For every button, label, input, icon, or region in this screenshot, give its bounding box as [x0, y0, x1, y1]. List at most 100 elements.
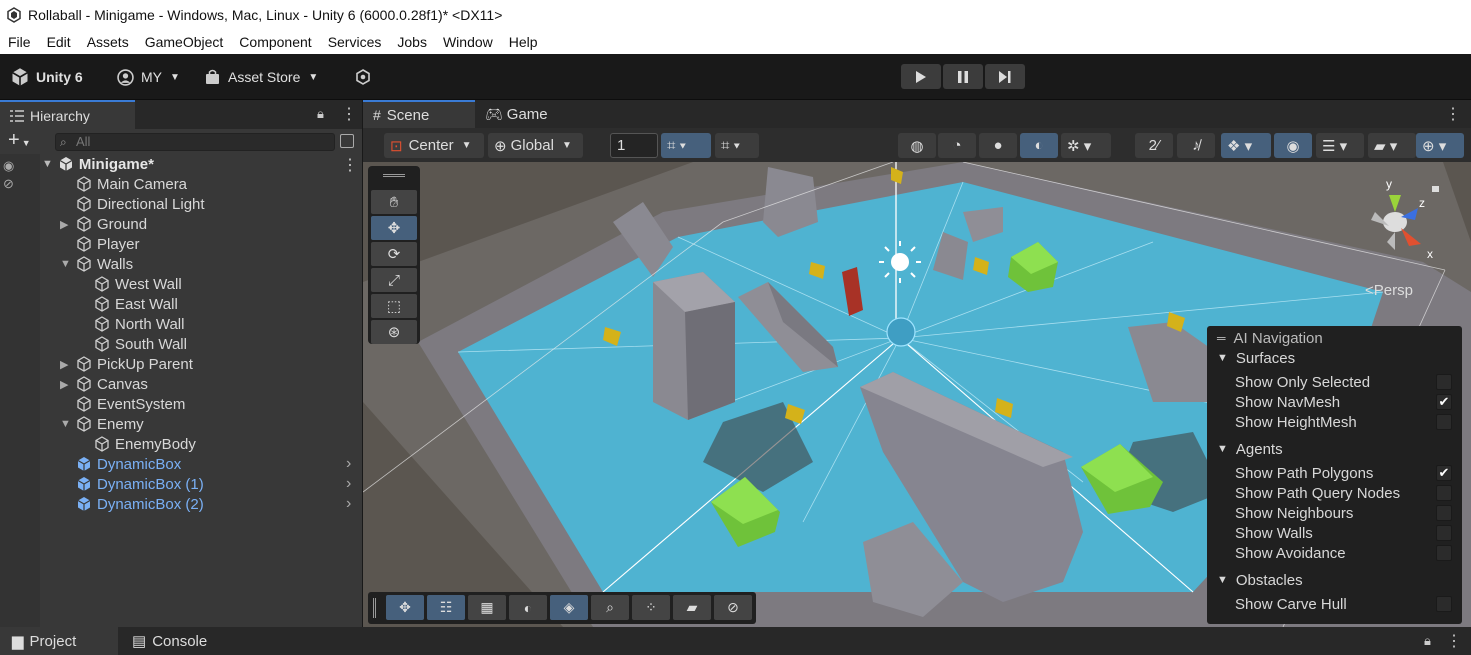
show-path-polygons-row[interactable]: Show Path Polygons [1235, 463, 1373, 483]
menu-gameobject[interactable]: GameObject [137, 34, 232, 50]
asset-store-dropdown[interactable]: Asset Store ▼ [205, 64, 318, 90]
navmesh-settings-button[interactable]: ☷ [427, 595, 465, 620]
rect-tool-button[interactable]: ⬚ [371, 294, 417, 318]
prefab-open-chevron-icon[interactable]: › [346, 475, 351, 493]
overlay-drag-handle-icon[interactable] [373, 598, 376, 618]
more-options-icon[interactable]: ⋮ [1446, 631, 1462, 651]
grid-snap-input[interactable]: 1 [610, 133, 658, 158]
show-avoidance-row[interactable]: Show Avoidance [1235, 543, 1346, 563]
show-walls-checkbox[interactable] [1436, 525, 1452, 541]
prefab-open-chevron-icon[interactable]: › [346, 495, 351, 513]
show-carve-hull-row[interactable]: Show Carve Hull [1235, 594, 1347, 614]
show-heightmesh-row[interactable]: Show HeightMesh [1235, 412, 1357, 432]
unlit-mode-button[interactable]: ◐ [1020, 133, 1058, 158]
view-tool-button[interactable]: ✋︎ [371, 190, 417, 214]
search-options-icon[interactable] [340, 134, 354, 148]
shaded-mode-button[interactable]: ● [979, 133, 1017, 158]
scale-tool-button[interactable]: ⤢ [371, 268, 417, 292]
show-path-polygons-checkbox[interactable]: ✔ [1436, 465, 1452, 481]
show-carve-hull-checkbox[interactable] [1436, 596, 1452, 612]
navmesh-compass-button[interactable]: ⊘ [714, 595, 752, 620]
lock-icon[interactable]: 🔒︎ [1424, 633, 1431, 649]
hierarchy-item[interactable]: Ground [76, 214, 147, 234]
more-options-icon[interactable]: ⋮ [341, 104, 357, 124]
navmesh-bake-button[interactable]: ▦ [468, 595, 506, 620]
tab-console[interactable]: ▤ Console [132, 627, 207, 655]
scene-root-item[interactable]: ▼ Minigame* [42, 154, 154, 174]
layers-dropdown[interactable]: ☰ ▾ [1316, 133, 1364, 158]
shaded-wireframe-button[interactable]: ◔ [938, 133, 976, 158]
lock-icon[interactable]: 🔒︎ [317, 106, 324, 122]
hierarchy-item[interactable]: DynamicBox (2) [76, 494, 204, 514]
grid-visibility-toggle[interactable]: ⌗ ▾ [661, 133, 711, 158]
show-neighbours-row[interactable]: Show Neighbours [1235, 503, 1353, 523]
hierarchy-item[interactable]: Directional Light [76, 194, 205, 214]
navmesh-points-button[interactable]: ⁘ [632, 595, 670, 620]
ai-navigation-header[interactable]: ═ AI Navigation [1217, 328, 1323, 348]
gizmos-dropdown[interactable]: ⊕ ▾ [1416, 133, 1464, 158]
overlay-drag-handle-icon[interactable] [383, 174, 405, 177]
show-only-selected-checkbox[interactable] [1436, 374, 1452, 390]
show-path-query-nodes-row[interactable]: Show Path Query Nodes [1235, 483, 1400, 503]
add-button[interactable]: + ▼ [8, 129, 31, 152]
effects-dropdown[interactable]: ❖ ▾ [1221, 133, 1271, 158]
menu-help[interactable]: Help [501, 34, 546, 50]
hierarchy-item[interactable]: DynamicBox [76, 454, 181, 474]
navmesh-layers-button[interactable]: ◈ [550, 595, 588, 620]
pause-button[interactable] [943, 64, 983, 89]
scene-more-icon[interactable]: ⋮ [342, 155, 358, 175]
show-navmesh-row[interactable]: Show NavMesh [1235, 392, 1340, 412]
transform-tool-button[interactable]: ⊛ [371, 320, 417, 344]
camera-settings-dropdown[interactable]: ▰ ▾ [1368, 133, 1416, 158]
agents-foldout[interactable]: ▼ Agents [1217, 439, 1283, 459]
navmesh-shading-button[interactable]: ◐ [509, 595, 547, 620]
menu-jobs[interactable]: Jobs [389, 34, 435, 50]
show-path-query-nodes-checkbox[interactable] [1436, 485, 1452, 501]
search-input[interactable]: ⌕ All [55, 133, 335, 151]
show-navmesh-checkbox[interactable]: ✔ [1436, 394, 1452, 410]
unity-version-button[interactable]: Unity 6 [10, 64, 83, 90]
hierarchy-item[interactable]: Main Camera [76, 174, 187, 194]
rotate-tool-button[interactable]: ⟳ [371, 242, 417, 266]
surfaces-foldout[interactable]: ▼ Surfaces [1217, 348, 1295, 368]
navmesh-camera-button[interactable]: ▰ [673, 595, 711, 620]
scene-more-options-icon[interactable]: ⋮ [1445, 104, 1461, 124]
tab-game[interactable]: 🎮︎ Game [475, 100, 548, 128]
hierarchy-item[interactable]: Player [76, 234, 140, 254]
debug-draw-mode-dropdown[interactable]: ✲ ▾ [1061, 133, 1111, 158]
expanded-arrow-icon[interactable]: ▼ [60, 258, 71, 270]
hierarchy-item[interactable]: EventSystem [76, 394, 185, 414]
hierarchy-item[interactable]: North Wall [94, 314, 184, 334]
show-only-selected-row[interactable]: Show Only Selected [1235, 372, 1370, 392]
menu-window[interactable]: Window [435, 34, 501, 50]
hierarchy-item[interactable]: South Wall [94, 334, 187, 354]
hierarchy-item[interactable]: Enemy [76, 414, 144, 434]
scene-visibility-toggle[interactable]: ◉ [1274, 133, 1312, 158]
show-heightmesh-checkbox[interactable] [1436, 414, 1452, 430]
collapsed-arrow-icon[interactable]: ▶ [60, 218, 68, 231]
move-tool-button[interactable]: ✥ [371, 216, 417, 240]
obstacles-foldout[interactable]: ▼ Obstacles [1217, 570, 1303, 590]
menu-file[interactable]: File [0, 34, 39, 50]
hierarchy-item[interactable]: Canvas [76, 374, 148, 394]
expanded-arrow-icon[interactable]: ▼ [60, 418, 71, 430]
snap-settings-toggle[interactable]: ⌗ ▾ [715, 133, 759, 158]
audio-toggle-button[interactable]: ♪̸ [1177, 133, 1215, 158]
collapsed-arrow-icon[interactable]: ▶ [60, 378, 68, 391]
prefab-open-chevron-icon[interactable]: › [346, 455, 351, 473]
navmesh-search-button[interactable]: ⌕ [591, 595, 629, 620]
tab-hierarchy[interactable]: Hierarchy [0, 100, 135, 129]
scene-viewport[interactable]: y z x <Persp ✋︎ ✥ ⟳ ⤢ ⬚ ⊛ ═ AI Navigatio… [363, 162, 1471, 627]
wireframe-mode-button[interactable]: ◍ [898, 133, 936, 158]
hierarchy-item[interactable]: Walls [76, 254, 133, 274]
cloud-services-button[interactable] [355, 64, 371, 90]
hierarchy-item[interactable]: DynamicBox (1) [76, 474, 204, 494]
pickability-icon[interactable]: ⊘ [3, 176, 14, 192]
tab-project[interactable]: ▆ Project [0, 627, 118, 655]
toggle-2d-button[interactable]: 2⁄ [1135, 133, 1173, 158]
hierarchy-item[interactable]: East Wall [94, 294, 178, 314]
collapsed-arrow-icon[interactable]: ▶ [60, 358, 68, 371]
show-avoidance-checkbox[interactable] [1436, 545, 1452, 561]
hierarchy-item[interactable]: West Wall [94, 274, 182, 294]
step-button[interactable] [985, 64, 1025, 89]
